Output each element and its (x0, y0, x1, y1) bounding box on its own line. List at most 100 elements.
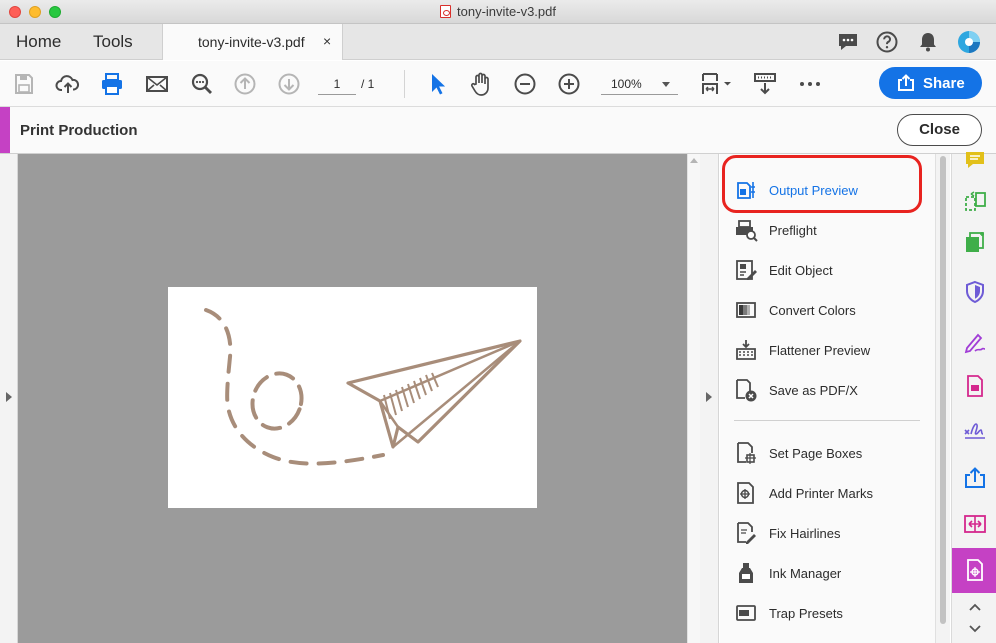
save-icon[interactable] (11, 71, 37, 97)
combine-files-icon (966, 232, 984, 252)
print-production-panel: Output Preview Preflight Edit Object Con… (720, 154, 935, 643)
rail-item-combine-files[interactable] (952, 222, 996, 262)
fill-sign-icon (964, 333, 986, 354)
output-preview-highlight (722, 155, 922, 213)
edit-object-icon (736, 260, 757, 280)
page-number-input[interactable]: 1 (318, 73, 356, 95)
rail-item-print-production[interactable] (952, 548, 996, 593)
avatar[interactable] (957, 30, 981, 54)
panel-item-save-as-pdfx[interactable]: Save as PDF/X (720, 375, 930, 405)
tab-document[interactable]: tony-invite-v3.pdf × (162, 24, 343, 60)
hand-icon[interactable] (468, 71, 494, 97)
search-zoom-icon[interactable] (189, 71, 215, 97)
panel-item-set-page-boxes[interactable]: Set Page Boxes (720, 438, 930, 468)
toolbar-divider (404, 70, 405, 98)
panel-divider (734, 420, 920, 421)
panel-item-label: Set Page Boxes (769, 446, 863, 461)
panel-item-trap-presets[interactable]: Trap Presets (720, 598, 930, 628)
panel-item-label: Preflight (769, 223, 817, 238)
page-up-icon[interactable] (232, 71, 258, 97)
panel-item-fix-hairlines[interactable]: Fix Hairlines (720, 518, 930, 548)
cloud-upload-icon[interactable] (55, 71, 81, 97)
zoom-out-icon[interactable] (512, 71, 538, 97)
panel-item-convert-colors[interactable]: Convert Colors (720, 295, 930, 325)
compare-files-icon (964, 515, 986, 533)
rail-item-share-export[interactable] (952, 458, 996, 498)
chevron-down-icon (662, 82, 670, 87)
select-arrow-icon[interactable] (424, 71, 450, 97)
panel-item-label: Save as PDF/X (769, 383, 858, 398)
tab-bar: Home Tools tony-invite-v3.pdf × (0, 24, 996, 60)
window-title-bar: tony-invite-v3.pdf (0, 0, 996, 24)
comment-tool-icon (966, 152, 984, 168)
panel-item-label: Trap Presets (769, 606, 843, 621)
rail-item-organize-pages[interactable] (952, 182, 996, 222)
chevron-down-icon[interactable] (968, 624, 982, 634)
panel-item-flattener-preview[interactable]: Flattener Preview (720, 335, 930, 365)
zoom-level-dropdown[interactable]: 100% (601, 73, 678, 95)
zoom-in-icon[interactable] (556, 71, 582, 97)
panel-item-edit-object[interactable]: Edit Object (720, 255, 930, 285)
rail-item-compare-files[interactable] (952, 504, 996, 544)
convert-colors-icon (736, 302, 756, 318)
pdf-file-icon (440, 5, 451, 18)
save-pdfx-icon (736, 379, 757, 402)
email-icon[interactable] (144, 71, 170, 97)
rail-item-signature[interactable] (952, 410, 996, 450)
left-panel-toggle[interactable] (0, 154, 18, 643)
signature-icon (964, 423, 985, 439)
panel-item-label: Convert Colors (769, 303, 856, 318)
rail-item-comment[interactable] (952, 140, 996, 180)
page-fit-icon[interactable] (698, 71, 734, 97)
panel-scrollbar-thumb[interactable] (940, 156, 946, 624)
chevron-up-icon[interactable] (968, 602, 982, 612)
pdf-page[interactable] (168, 287, 537, 508)
tool-accent-bar (0, 107, 10, 153)
share-button-label: Share (923, 75, 965, 92)
panel-item-preflight[interactable]: Preflight (720, 215, 930, 245)
panel-item-label: Ink Manager (769, 566, 842, 581)
right-panel-toggle[interactable] (700, 154, 719, 643)
export-pdf-icon (967, 375, 983, 397)
print-icon[interactable] (99, 71, 125, 97)
print-production-header: Print Production Close (0, 107, 996, 154)
ink-manager-icon (739, 563, 753, 583)
panel-item-label: Flattener Preview (769, 343, 871, 358)
panel-item-label: Edit Object (769, 263, 833, 278)
print-production-title: Print Production (20, 122, 138, 139)
trap-presets-icon (736, 605, 756, 621)
share-button[interactable]: Share (879, 67, 982, 99)
comment-icon[interactable] (836, 30, 860, 54)
preflight-icon (736, 220, 758, 242)
window-title: tony-invite-v3.pdf (0, 4, 996, 19)
scroll-icon[interactable] (752, 71, 778, 97)
expand-arrow-icon (706, 392, 712, 402)
flattener-preview-icon (736, 340, 756, 360)
tab-home[interactable]: Home (16, 32, 61, 52)
document-scrollbar[interactable] (687, 154, 700, 643)
window-title-text: tony-invite-v3.pdf (457, 4, 556, 19)
panel-item-label: Add Printer Marks (769, 486, 874, 501)
page-total-label: / 1 (361, 77, 375, 91)
tab-tools[interactable]: Tools (93, 32, 133, 52)
toolbar: 1 / 1 100% (0, 61, 996, 107)
bell-icon[interactable] (916, 30, 940, 54)
zoom-level-value: 100% (611, 77, 642, 91)
tab-close-icon[interactable]: × (323, 33, 331, 49)
expand-arrow-icon (6, 392, 12, 402)
panel-scrollbar[interactable] (935, 154, 950, 643)
rail-item-fill-sign[interactable] (952, 322, 996, 362)
printer-marks-icon (737, 482, 754, 504)
share-export-icon (965, 467, 985, 488)
rail-item-protect[interactable] (952, 272, 996, 312)
print-production-icon (967, 559, 983, 581)
page-down-icon[interactable] (276, 71, 302, 97)
scroll-up-arrow-icon[interactable] (690, 158, 698, 163)
more-icon[interactable] (797, 71, 823, 97)
help-icon[interactable] (875, 30, 899, 54)
rail-item-export-pdf[interactable] (952, 366, 996, 406)
share-icon (898, 74, 914, 91)
panel-item-add-printer-marks[interactable]: Add Printer Marks (720, 478, 930, 508)
panel-item-ink-manager[interactable]: Ink Manager (720, 558, 930, 588)
tab-document-label: tony-invite-v3.pdf (198, 34, 305, 50)
